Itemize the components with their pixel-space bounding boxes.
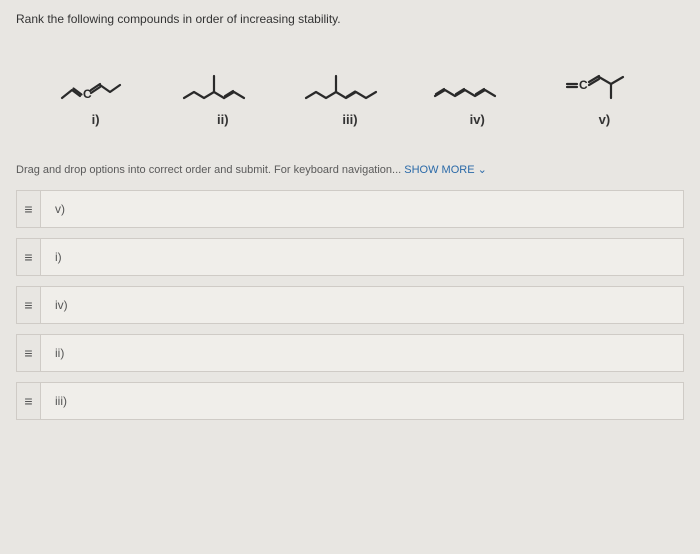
answer-slot[interactable]: iii) bbox=[40, 382, 684, 420]
answer-value: iii) bbox=[55, 394, 111, 408]
show-more-link[interactable]: SHOW MORE ⌄ bbox=[404, 164, 487, 176]
answer-row-5[interactable]: ≡ iii) bbox=[16, 382, 684, 420]
drag-handle-icon[interactable]: ≡ bbox=[16, 286, 40, 324]
compound-label-iii: iii) bbox=[286, 112, 413, 127]
question-title: Rank the following compounds in order of… bbox=[16, 12, 684, 26]
compound-i: C bbox=[32, 68, 159, 104]
drag-handle-icon[interactable]: ≡ bbox=[16, 238, 40, 276]
instructions-label: Drag and drop options into correct order… bbox=[16, 164, 401, 176]
answer-slot[interactable]: i) bbox=[40, 238, 684, 276]
compound-iv bbox=[414, 68, 541, 104]
drag-handle-icon[interactable]: ≡ bbox=[16, 190, 40, 228]
compound-label-v: v) bbox=[541, 112, 668, 127]
compounds-row: C C bbox=[16, 54, 684, 104]
drag-handle-icon[interactable]: ≡ bbox=[16, 382, 40, 420]
compound-labels-row: i) ii) iii) iv) v) bbox=[16, 112, 684, 127]
answer-row-1[interactable]: ≡ v) bbox=[16, 190, 684, 228]
answer-value: v) bbox=[55, 202, 111, 216]
compound-iii bbox=[286, 68, 413, 104]
answer-slot[interactable]: iv) bbox=[40, 286, 684, 324]
answer-row-3[interactable]: ≡ iv) bbox=[16, 286, 684, 324]
compound-label-ii: ii) bbox=[159, 112, 286, 127]
compound-v: C bbox=[541, 64, 668, 104]
answer-row-2[interactable]: ≡ i) bbox=[16, 238, 684, 276]
answer-value: ii) bbox=[55, 346, 111, 360]
answer-slot[interactable]: ii) bbox=[40, 334, 684, 372]
compound-label-i: i) bbox=[32, 112, 159, 127]
compound-label-iv: iv) bbox=[414, 112, 541, 127]
svg-text:C: C bbox=[579, 78, 588, 92]
answer-row-4[interactable]: ≡ ii) bbox=[16, 334, 684, 372]
instructions-text: Drag and drop options into correct order… bbox=[16, 163, 684, 176]
answer-value: iv) bbox=[55, 298, 111, 312]
compound-ii bbox=[159, 68, 286, 104]
answer-slot[interactable]: v) bbox=[40, 190, 684, 228]
answer-value: i) bbox=[55, 250, 111, 264]
drag-handle-icon[interactable]: ≡ bbox=[16, 334, 40, 372]
